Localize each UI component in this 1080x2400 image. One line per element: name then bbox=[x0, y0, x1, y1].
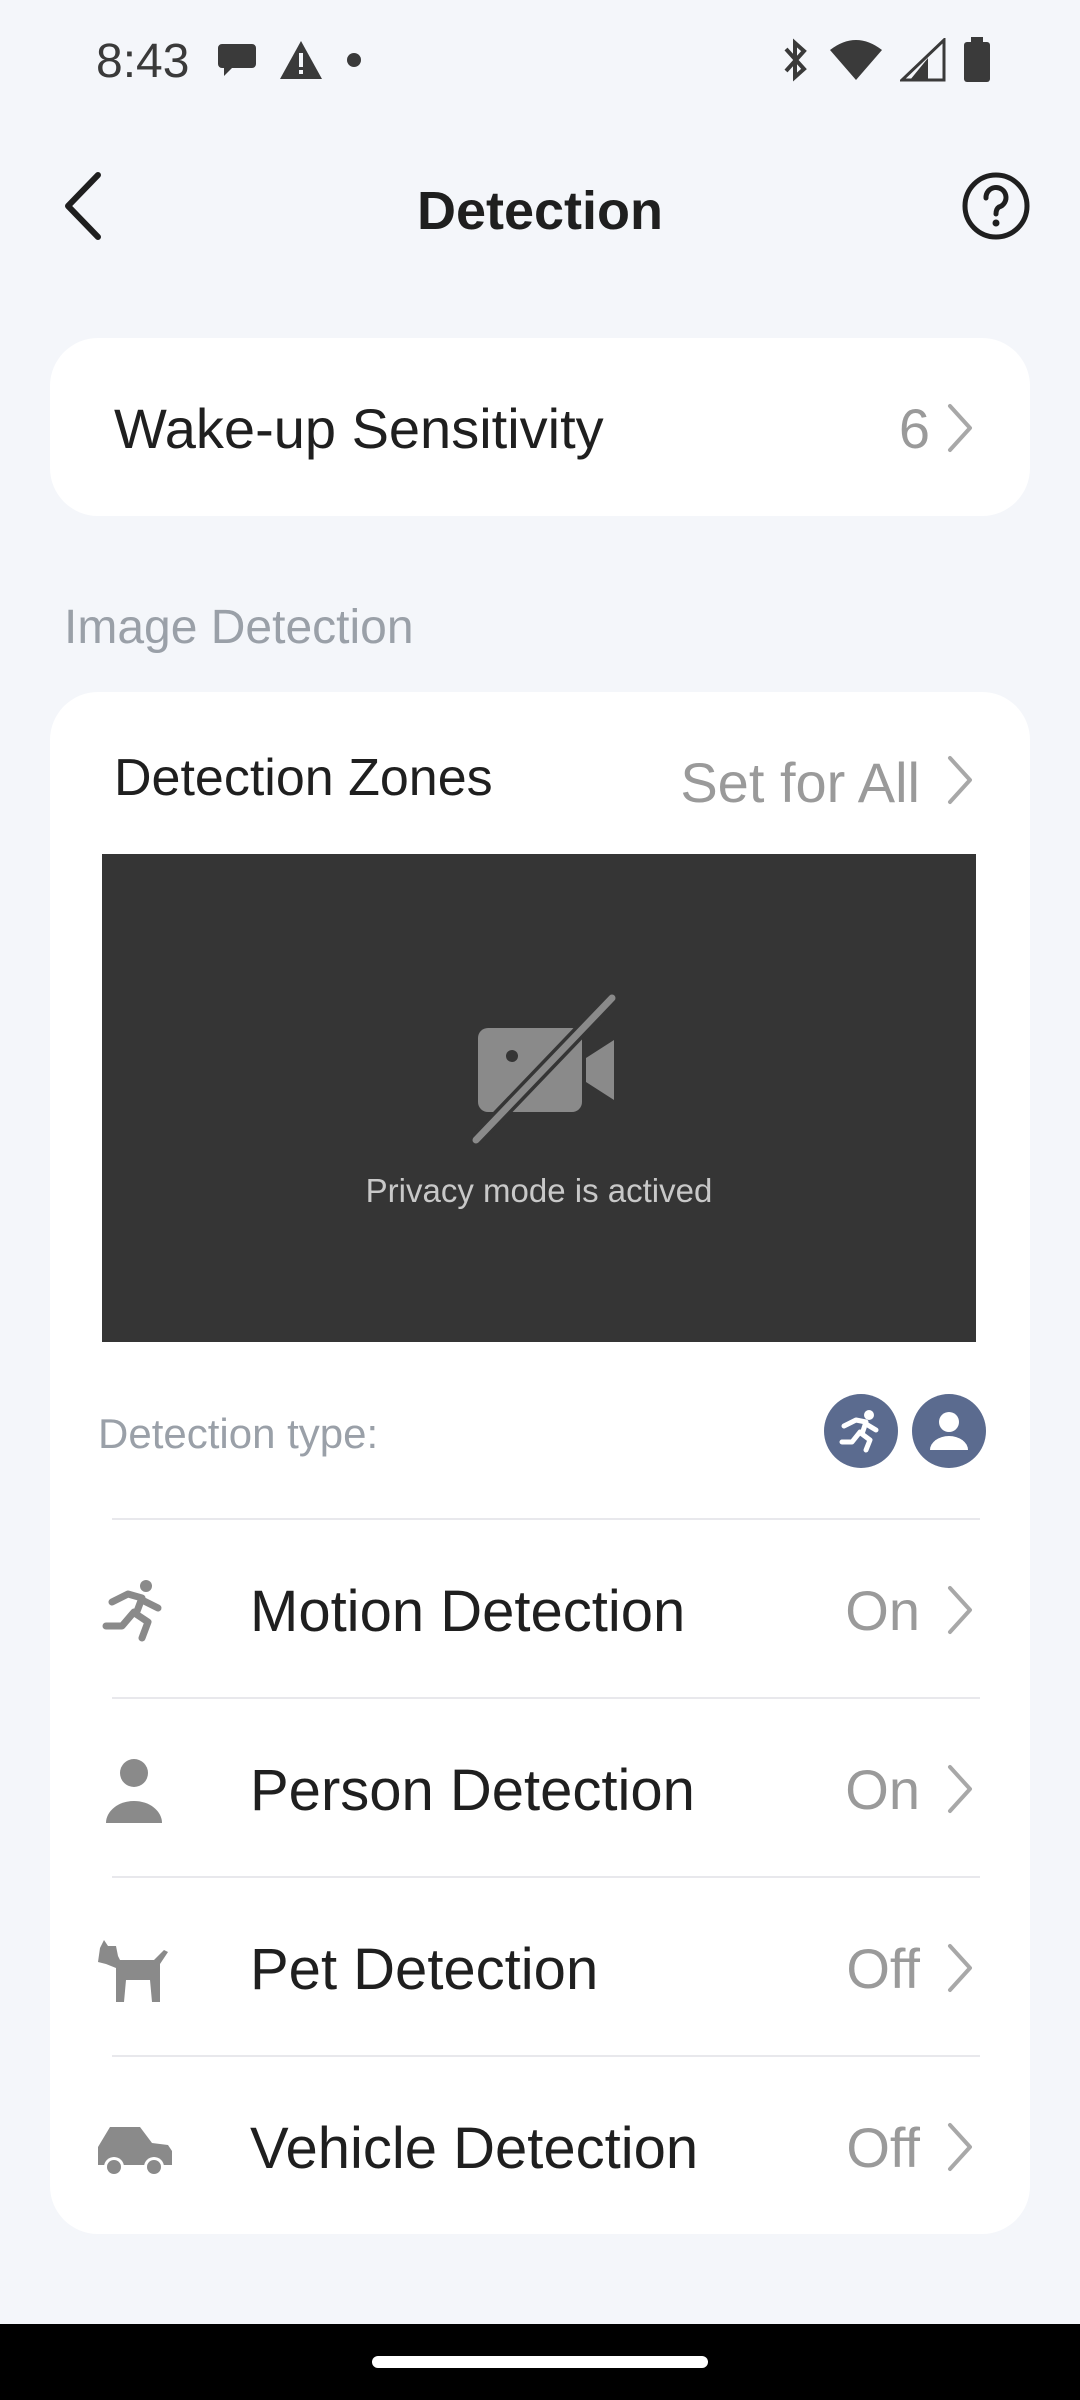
motion-badge-icon bbox=[824, 1394, 898, 1468]
chevron-right-icon bbox=[948, 404, 972, 452]
detection-list: Motion Detection On Person Detection On bbox=[50, 1518, 1030, 2234]
divider bbox=[112, 1876, 980, 1878]
chevron-right-icon bbox=[948, 1944, 972, 1992]
detection-zones-label: Detection Zones bbox=[114, 749, 493, 807]
wake-up-sensitivity-label: Wake-up Sensitivity bbox=[114, 397, 604, 460]
detection-zones-row[interactable]: Detection Zones Set for All bbox=[50, 692, 1030, 852]
person-icon bbox=[94, 1751, 174, 1831]
privacy-mode-text: Privacy mode is actived bbox=[365, 1172, 713, 1209]
divider bbox=[112, 2055, 980, 2057]
person-detection-value: On bbox=[845, 1758, 920, 1821]
pet-icon bbox=[94, 1930, 174, 2010]
vehicle-detection-value: Off bbox=[846, 2116, 920, 2179]
list-item-pet-detection[interactable]: Pet Detection Off bbox=[50, 1876, 1030, 2055]
dot-icon bbox=[344, 50, 364, 75]
list-item-motion-detection[interactable]: Motion Detection On bbox=[50, 1518, 1030, 1697]
chevron-right-icon bbox=[948, 2123, 972, 2171]
chat-bubble-icon bbox=[216, 40, 258, 85]
divider bbox=[112, 1697, 980, 1699]
image-detection-card: Detection Zones Set for All Privacy mode… bbox=[50, 692, 1030, 2234]
wake-up-sensitivity-value: 6 bbox=[898, 397, 930, 460]
battery-icon bbox=[962, 36, 992, 89]
vehicle-detection-label: Vehicle Detection bbox=[250, 2116, 699, 2181]
system-navigation-bar bbox=[0, 2324, 1080, 2400]
list-item-person-detection[interactable]: Person Detection On bbox=[50, 1697, 1030, 1876]
pet-detection-value: Off bbox=[846, 1937, 920, 2000]
pet-detection-label: Pet Detection bbox=[250, 1937, 599, 2002]
detection-zones-value: Set for All bbox=[680, 751, 920, 814]
home-gesture-handle[interactable] bbox=[372, 2356, 708, 2368]
vehicle-icon bbox=[94, 2109, 174, 2189]
chevron-right-icon bbox=[948, 756, 972, 804]
person-badge-icon bbox=[912, 1394, 986, 1468]
status-time: 8:43 bbox=[96, 35, 190, 88]
status-bar: 8:43 bbox=[0, 0, 1080, 124]
person-detection-label: Person Detection bbox=[250, 1758, 695, 1823]
motion-icon bbox=[94, 1572, 174, 1652]
chevron-right-icon bbox=[948, 1586, 972, 1634]
divider bbox=[112, 1518, 980, 1520]
camera-preview[interactable]: Privacy mode is actived bbox=[102, 854, 976, 1342]
chevron-right-icon bbox=[948, 1765, 972, 1813]
wake-up-card: Wake-up Sensitivity 6 bbox=[50, 338, 1030, 516]
cell-signal-icon bbox=[898, 36, 946, 87]
wake-up-sensitivity-row[interactable]: Wake-up Sensitivity 6 bbox=[50, 338, 1030, 516]
list-item-vehicle-detection[interactable]: Vehicle Detection Off bbox=[50, 2055, 1030, 2234]
warning-icon bbox=[278, 39, 324, 86]
bluetooth-icon bbox=[778, 37, 812, 88]
section-title-image-detection: Image Detection bbox=[64, 601, 414, 654]
detection-type-badges bbox=[824, 1394, 986, 1468]
wifi-icon bbox=[828, 38, 884, 87]
help-button[interactable] bbox=[958, 170, 1034, 246]
page-title: Detection bbox=[416, 181, 664, 241]
camera-off-icon bbox=[470, 993, 618, 1145]
help-circle-icon bbox=[961, 171, 1031, 246]
motion-detection-label: Motion Detection bbox=[250, 1579, 686, 1644]
app-bar: Detection bbox=[0, 150, 1080, 270]
detection-type-label: Detection type: bbox=[98, 1410, 379, 1457]
motion-detection-value: On bbox=[845, 1579, 920, 1642]
